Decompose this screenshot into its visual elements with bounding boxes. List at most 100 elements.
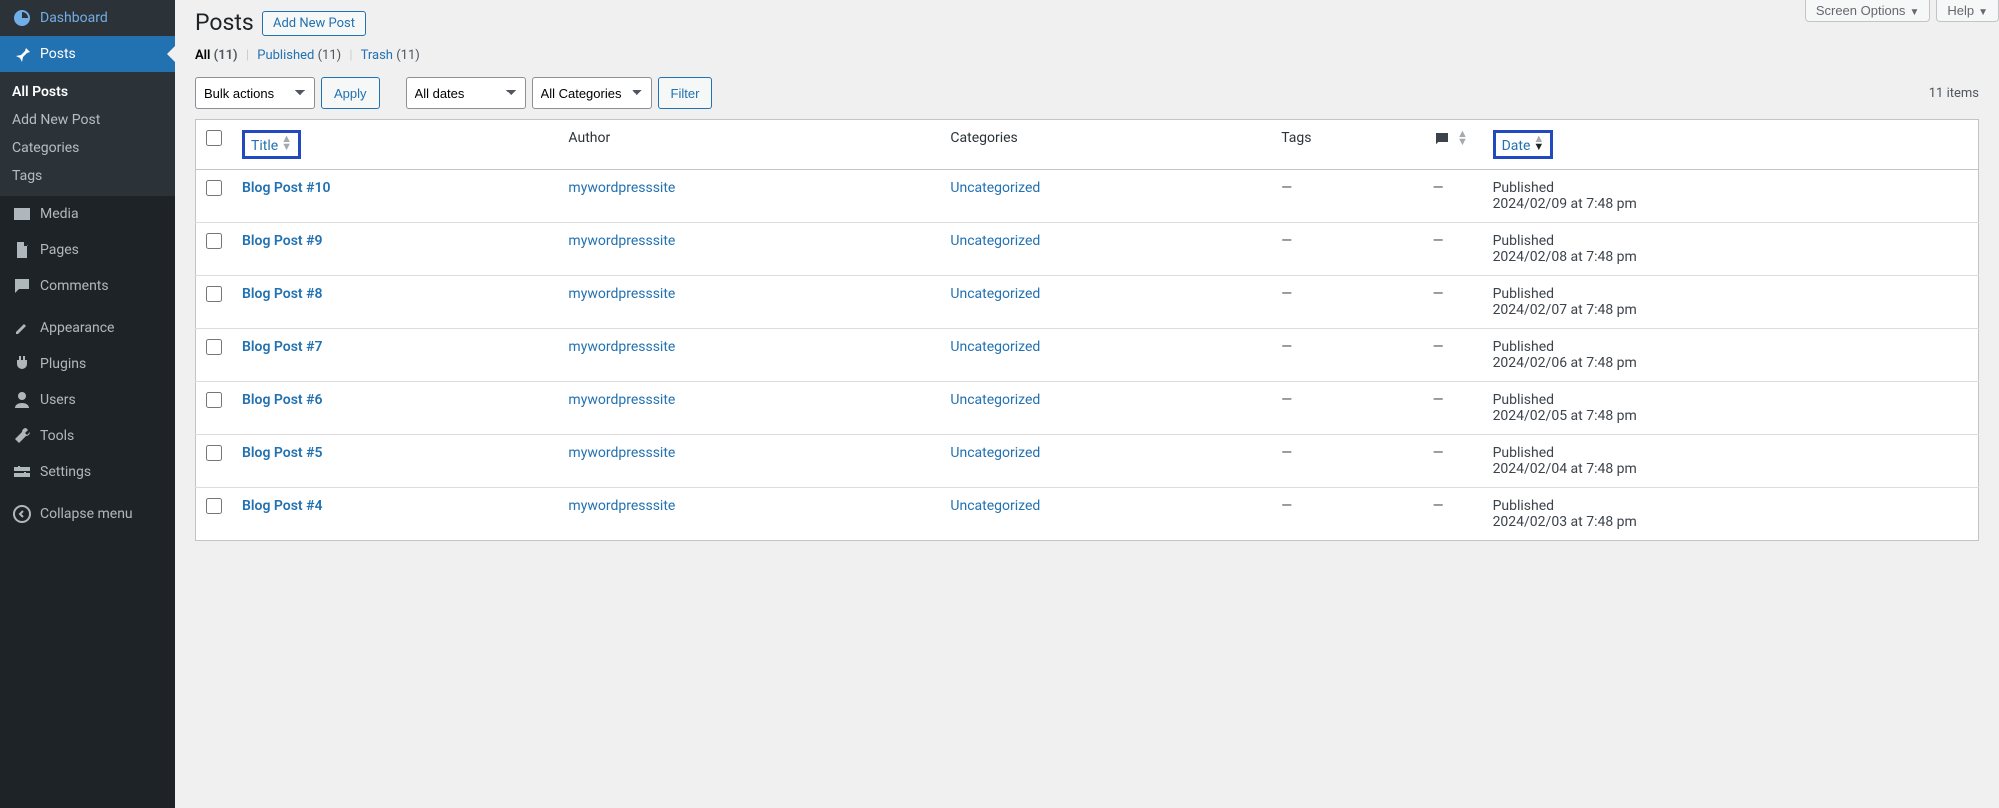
date-cell: Published2024/02/07 at 7:48 pm (1483, 276, 1979, 329)
post-title-link[interactable]: Blog Post #4 (242, 498, 322, 514)
row-checkbox[interactable] (206, 445, 222, 461)
filter-all[interactable]: All (11) (195, 48, 238, 63)
sidebar-item-media[interactable]: Media (0, 196, 175, 232)
sidebar-item-label: Media (40, 206, 79, 222)
author-link[interactable]: mywordpresssite (568, 445, 675, 461)
sidebar-item-settings[interactable]: Settings (0, 454, 175, 490)
post-title-link[interactable]: Blog Post #9 (242, 233, 322, 249)
sidebar-item-label: Pages (40, 242, 79, 258)
column-comments[interactable]: ▲▼ (1423, 120, 1483, 170)
column-checkbox (196, 120, 233, 170)
sidebar-item-collapse-menu[interactable]: Collapse menu (0, 496, 175, 532)
column-title[interactable]: Title▲▼ (232, 120, 558, 170)
sidebar-item-label: Settings (40, 464, 91, 480)
table-row: Blog Post #8 mywordpresssite Uncategorized… (196, 276, 1979, 329)
help-button[interactable]: Help▼ (1936, 0, 1999, 22)
author-link[interactable]: mywordpresssite (568, 286, 675, 302)
author-link[interactable]: mywordpresssite (568, 392, 675, 408)
tags-cell: — (1271, 435, 1422, 488)
sidebar-item-dashboard[interactable]: Dashboard (0, 0, 175, 36)
category-link[interactable]: Uncategorized (950, 339, 1040, 355)
admin-sidebar: Dashboard Posts All PostsAdd New PostCateg… (0, 0, 175, 808)
author-link[interactable]: mywordpresssite (568, 498, 675, 514)
author-link[interactable]: mywordpresssite (568, 180, 675, 196)
sidebar-sub-item-categories[interactable]: Categories (0, 134, 175, 162)
table-row: Blog Post #9 mywordpresssite Uncategorized… (196, 223, 1979, 276)
dashboard-icon (12, 8, 32, 28)
row-checkbox[interactable] (206, 286, 222, 302)
sidebar-item-plugins[interactable]: Plugins (0, 346, 175, 382)
comments-cell: — (1423, 223, 1483, 276)
comments-cell: — (1423, 276, 1483, 329)
category-link[interactable]: Uncategorized (950, 180, 1040, 196)
posts-table: Title▲▼ Author Categories Tags ▲▼ Date▲▼… (195, 119, 1979, 541)
sidebar-item-label: Dashboard (40, 10, 108, 26)
category-filter-select[interactable]: All Categories (532, 77, 652, 109)
sidebar-submenu: All PostsAdd New PostCategoriesTags (0, 72, 175, 196)
sidebar-sub-item-all-posts[interactable]: All Posts (0, 78, 175, 106)
tags-cell: — (1271, 488, 1422, 541)
apply-button[interactable]: Apply (321, 77, 380, 109)
author-link[interactable]: mywordpresssite (568, 233, 675, 249)
table-row: Blog Post #5 mywordpresssite Uncategorized… (196, 435, 1979, 488)
sidebar-item-comments[interactable]: Comments (0, 268, 175, 304)
category-link[interactable]: Uncategorized (950, 498, 1040, 514)
column-categories: Categories (940, 120, 1271, 170)
date-cell: Published2024/02/08 at 7:48 pm (1483, 223, 1979, 276)
sidebar-item-pages[interactable]: Pages (0, 232, 175, 268)
category-link[interactable]: Uncategorized (950, 233, 1040, 249)
column-tags: Tags (1271, 120, 1422, 170)
chevron-down-icon: ▼ (1909, 7, 1919, 18)
select-all-checkbox[interactable] (206, 130, 222, 146)
row-checkbox[interactable] (206, 498, 222, 514)
row-checkbox[interactable] (206, 180, 222, 196)
sidebar-item-posts[interactable]: Posts (0, 36, 175, 72)
sidebar-sub-item-tags[interactable]: Tags (0, 162, 175, 190)
sidebar-item-label: Users (40, 392, 76, 408)
tablenav-top: Bulk actions Apply All dates All Categor… (195, 71, 1979, 115)
filter-button[interactable]: Filter (658, 77, 713, 109)
sort-icon: ▲▼ (1533, 135, 1544, 151)
row-checkbox[interactable] (206, 339, 222, 355)
sidebar-item-tools[interactable]: Tools (0, 418, 175, 454)
post-title-link[interactable]: Blog Post #6 (242, 392, 322, 408)
table-row: Blog Post #10 mywordpresssite Uncategorize… (196, 170, 1979, 223)
comments-icon (12, 276, 32, 296)
post-title-link[interactable]: Blog Post #7 (242, 339, 322, 355)
author-link[interactable]: mywordpresssite (568, 339, 675, 355)
sidebar-item-appearance[interactable]: Appearance (0, 310, 175, 346)
row-checkbox[interactable] (206, 233, 222, 249)
post-status-filters: All (11) | Published (11) | Trash (11) (195, 48, 1979, 63)
category-link[interactable]: Uncategorized (950, 286, 1040, 302)
screen-options-button[interactable]: Screen Options▼ (1805, 0, 1931, 22)
add-new-post-button[interactable]: Add New Post (262, 11, 366, 36)
category-link[interactable]: Uncategorized (950, 445, 1040, 461)
date-filter-select[interactable]: All dates (406, 77, 526, 109)
table-row: Blog Post #7 mywordpresssite Uncategorized… (196, 329, 1979, 382)
post-title-link[interactable]: Blog Post #8 (242, 286, 322, 302)
category-link[interactable]: Uncategorized (950, 392, 1040, 408)
pages-icon (12, 240, 32, 260)
post-title-link[interactable]: Blog Post #10 (242, 180, 330, 196)
comments-icon (1433, 130, 1451, 152)
date-cell: Published2024/02/09 at 7:48 pm (1483, 170, 1979, 223)
filter-published[interactable]: Published (257, 48, 314, 63)
appearance-icon (12, 318, 32, 338)
tags-cell: — (1271, 276, 1422, 329)
tags-cell: — (1271, 382, 1422, 435)
sidebar-item-label: Posts (40, 46, 76, 62)
page-title: Posts (195, 0, 254, 40)
column-date[interactable]: Date▲▼ (1483, 120, 1979, 170)
screen-meta-links: Screen Options▼ Help▼ (1805, 0, 1999, 22)
main-content: Screen Options▼ Help▼ Posts Add New Post… (175, 0, 1999, 808)
filter-trash[interactable]: Trash (361, 48, 393, 63)
date-cell: Published2024/02/05 at 7:48 pm (1483, 382, 1979, 435)
sidebar-sub-item-add-new-post[interactable]: Add New Post (0, 106, 175, 134)
column-author: Author (558, 120, 940, 170)
comments-cell: — (1423, 435, 1483, 488)
sidebar-item-users[interactable]: Users (0, 382, 175, 418)
bulk-actions-select[interactable]: Bulk actions (195, 77, 315, 109)
post-title-link[interactable]: Blog Post #5 (242, 445, 322, 461)
media-icon (12, 204, 32, 224)
row-checkbox[interactable] (206, 392, 222, 408)
